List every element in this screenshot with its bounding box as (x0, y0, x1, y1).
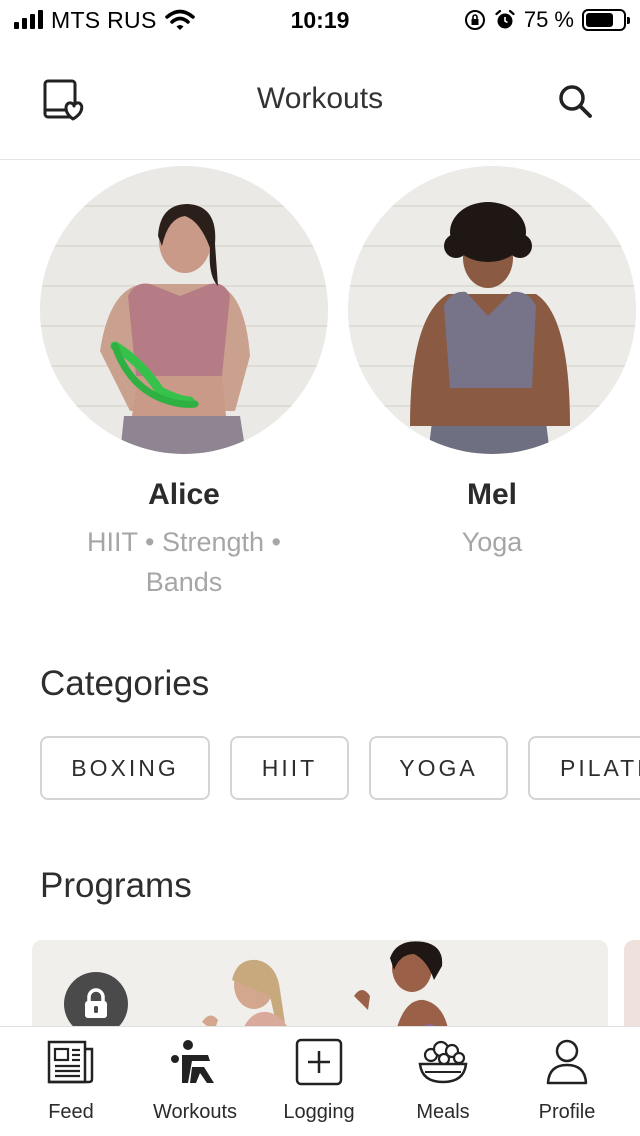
tab-feed[interactable]: Feed (7, 1027, 135, 1136)
tab-profile[interactable]: Profile (503, 1027, 631, 1136)
categories-list: BOXING HIIT YOGA PILATES (40, 736, 640, 800)
page-title: Workouts (256, 82, 384, 115)
trainer-tags: Yoga (461, 527, 523, 557)
person-icon (546, 1039, 588, 1085)
battery-percent: 75 % (523, 7, 574, 32)
programs-heading: Programs (40, 866, 192, 905)
trainer-tags: HIIT • Strength • Bands (87, 527, 281, 597)
workout-figure-icon (171, 1040, 214, 1083)
tab-bar: Feed Workouts Logging Meals Profile (0, 1026, 640, 1136)
status-bar: MTS RUS 10:19 75 % (0, 0, 640, 40)
tab-label: Feed (48, 1101, 94, 1123)
nav-header: Workouts (0, 40, 640, 160)
tab-label: Profile (538, 1101, 596, 1123)
lock-icon (85, 988, 107, 1018)
alarm-icon (495, 9, 515, 29)
trainer-photo-mel (348, 166, 636, 454)
newspaper-icon (47, 1040, 94, 1084)
trainer-photo-alice (40, 166, 328, 454)
trainer-card-mel[interactable]: Mel Yoga (348, 166, 636, 562)
tab-workouts[interactable]: Workouts (131, 1027, 259, 1136)
search-icon[interactable] (556, 82, 594, 120)
category-chip-hiit[interactable]: HIIT (230, 736, 349, 800)
orientation-lock-icon (464, 10, 485, 30)
category-chip-pilates[interactable]: PILATES (528, 736, 640, 800)
app-screen: MTS RUS 10:19 75 % Workouts Alice HIIT •… (0, 0, 640, 1136)
trainer-name: Mel (466, 478, 517, 511)
trainer-name: Alice (148, 478, 220, 511)
tab-meals[interactable]: Meals (379, 1027, 507, 1136)
tab-logging[interactable]: Logging (255, 1027, 383, 1136)
category-chip-boxing[interactable]: BOXING (40, 736, 210, 800)
tab-label: Logging (283, 1101, 355, 1123)
tab-label: Workouts (152, 1101, 238, 1123)
trainer-card-alice[interactable]: Alice HIIT • Strength • Bands (40, 166, 328, 602)
battery-icon (582, 9, 630, 31)
plus-square-icon (295, 1038, 343, 1086)
salad-bowl-icon (418, 1040, 468, 1084)
tab-label: Meals (416, 1101, 470, 1123)
category-chip-yoga[interactable]: YOGA (369, 736, 508, 800)
categories-heading: Categories (40, 664, 210, 703)
